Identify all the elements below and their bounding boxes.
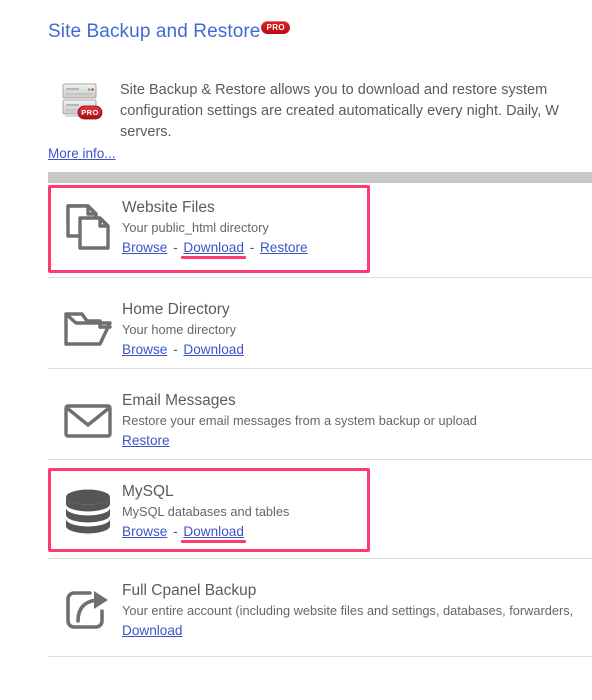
link-separator: -: [245, 240, 258, 255]
full-cpanel-backup-download-link[interactable]: Download: [122, 623, 182, 638]
mysql-row[interactable]: MySQL MySQL databases and tables Browse …: [48, 470, 592, 550]
section-description: Your entire account (including website f…: [122, 603, 574, 618]
site-backup-restore-page: Site Backup and Restore PRO PRO Site Bac…: [0, 0, 592, 700]
website-files-browse-link[interactable]: Browse: [122, 240, 167, 255]
envelope-icon: [60, 393, 118, 449]
website-files-download-link[interactable]: Download: [183, 240, 243, 255]
section-title: Full Cpanel Backup: [122, 582, 257, 599]
home-directory-row[interactable]: Home Directory Your home directory Brows…: [48, 288, 592, 368]
section-description: Restore your email messages from a syste…: [122, 413, 477, 428]
mysql-download-link[interactable]: Download: [183, 524, 243, 539]
section-links: Browse - Download - Restore: [122, 238, 592, 257]
section-links: Download: [122, 621, 592, 640]
section-links: Browse - Download: [122, 522, 592, 541]
section-description: Your home directory: [122, 322, 237, 337]
website-files-restore-link[interactable]: Restore: [260, 240, 308, 255]
mysql-browse-link[interactable]: Browse: [122, 524, 167, 539]
email-messages-row[interactable]: Email Messages Restore your email messag…: [48, 379, 592, 459]
full-cpanel-backup-row[interactable]: Full Cpanel Backup Your entire account (…: [48, 569, 592, 651]
link-separator: -: [169, 342, 182, 357]
section-links: Restore: [122, 431, 592, 450]
link-separator: -: [169, 240, 182, 255]
section-description: MySQL databases and tables: [122, 504, 290, 519]
page-title: Site Backup and Restore: [48, 21, 261, 42]
section-title: MySQL: [122, 483, 174, 500]
row-divider: [48, 459, 592, 460]
home-directory-download-link[interactable]: Download: [183, 342, 243, 357]
section-title: Email Messages: [122, 392, 236, 409]
section-description: Your public_html directory: [122, 220, 269, 235]
server-rack-icon: PRO: [58, 82, 104, 126]
row-divider: [48, 368, 592, 369]
home-directory-browse-link[interactable]: Browse: [122, 342, 167, 357]
copy-files-icon: [60, 200, 118, 256]
share-arrow-icon: [60, 583, 118, 639]
folder-icon: [60, 302, 118, 358]
row-divider: [48, 277, 592, 278]
database-icon: [60, 484, 118, 540]
section-links: Browse - Download: [122, 340, 592, 359]
section-title: Home Directory: [122, 301, 230, 318]
row-divider: [48, 656, 592, 657]
link-separator: -: [169, 524, 182, 539]
section-divider-bar: [48, 172, 592, 183]
row-divider: [48, 558, 592, 559]
section-title: Website Files: [122, 199, 215, 216]
website-files-row[interactable]: Website Files Your public_html directory…: [48, 186, 592, 272]
pro-badge-title: PRO: [261, 21, 291, 34]
more-info-link[interactable]: More info...: [48, 146, 116, 161]
svg-text:PRO: PRO: [81, 108, 98, 117]
email-messages-restore-link[interactable]: Restore: [122, 433, 170, 448]
page-header: Site Backup and Restore PRO: [48, 21, 291, 43]
intro-description: Site Backup & Restore allows you to down…: [120, 82, 559, 140]
